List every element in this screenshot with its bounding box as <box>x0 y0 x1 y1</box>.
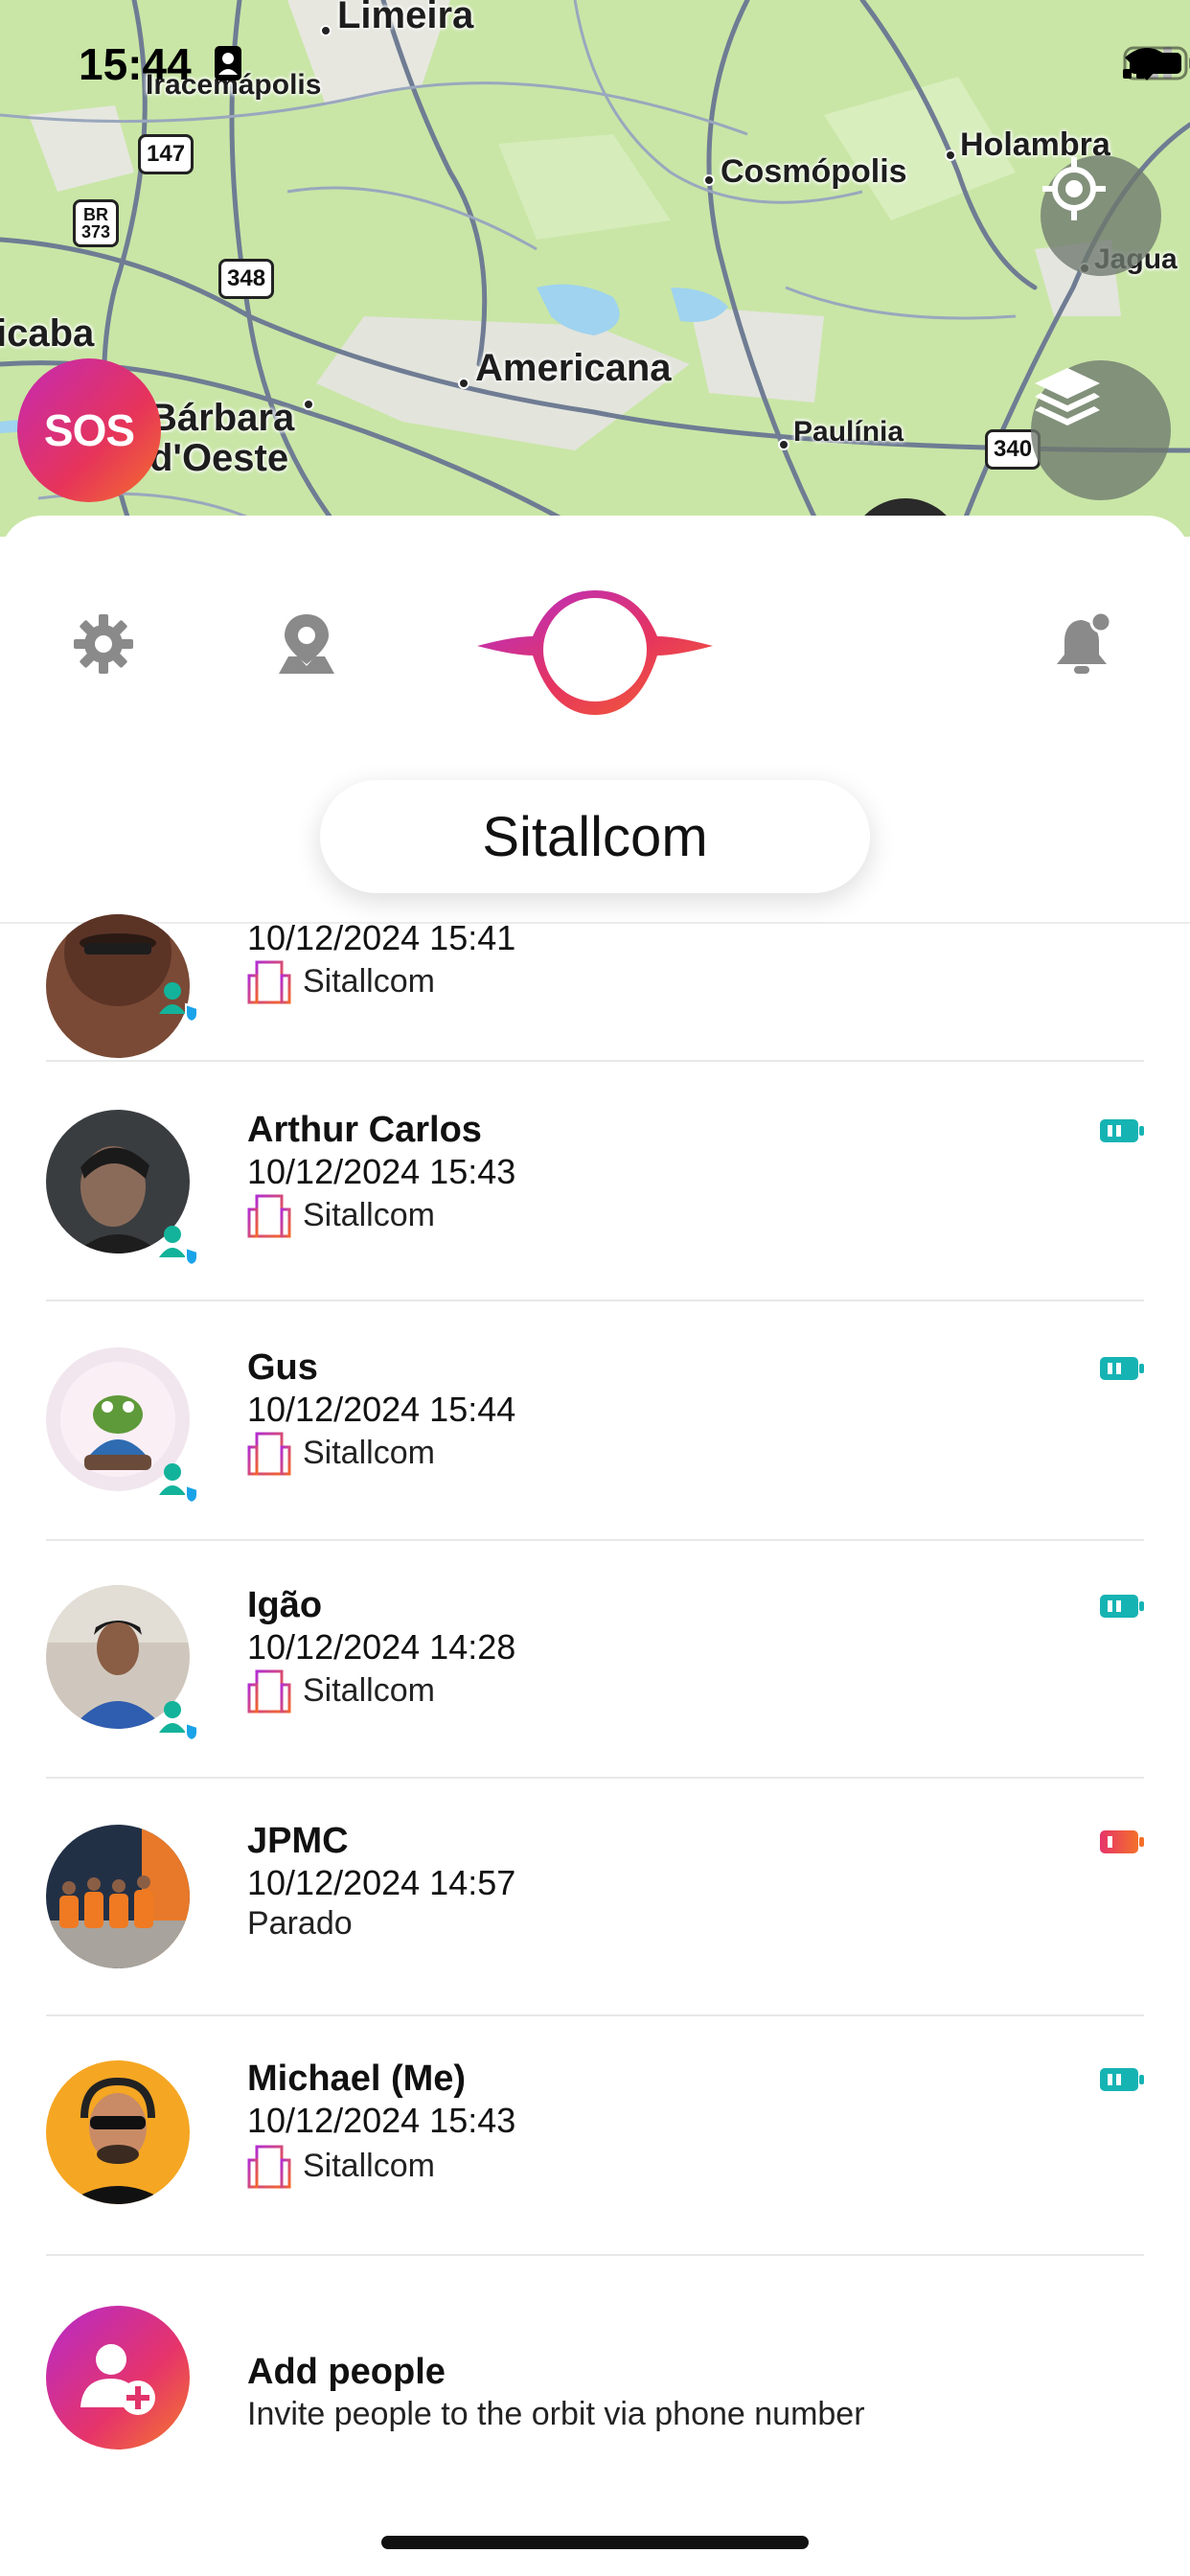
map-label-icaba: icaba <box>0 312 95 355</box>
member-place: Parado <box>247 1905 353 1943</box>
person-shield-icon <box>159 1701 198 1740</box>
home-indicator <box>381 2536 809 2549</box>
road-shield-348: 348 <box>218 259 275 299</box>
map-label-doeste: d'Oeste <box>149 437 289 479</box>
building-icon <box>247 960 291 1004</box>
member-name: Arthur Carlos <box>247 1110 482 1150</box>
map-layers-button[interactable] <box>1031 360 1171 500</box>
contact-card-icon <box>215 46 241 80</box>
member-place-label: Sitallcom <box>303 1196 435 1233</box>
sheet-header: Sitallcom <box>0 516 1190 924</box>
city-dot <box>458 378 469 389</box>
add-people-button[interactable] <box>46 2306 190 2450</box>
map-label-limeira: Limeira <box>337 0 474 36</box>
member-timestamp: 10/12/2024 15:43 <box>247 1152 516 1191</box>
member-row[interactable]: Michael (Me) 10/12/2024 15:43 Sitallcom <box>46 2016 1144 2256</box>
road-shield-br373: BR 373 <box>73 199 120 247</box>
avatar <box>46 1825 190 1968</box>
battery-status-icon <box>1100 2068 1144 2091</box>
orbit-logo <box>477 590 713 715</box>
member-place-label: Sitallcom <box>303 2147 435 2184</box>
member-timestamp: 10/12/2024 15:41 <box>247 918 516 957</box>
places-button[interactable] <box>268 606 345 682</box>
map-label-paulinia: Paulínia <box>793 416 904 448</box>
member-name: Michael (Me) <box>247 2058 467 2099</box>
circle-selector-button[interactable]: Sitallcom <box>320 780 870 893</box>
person-shield-icon <box>159 1463 198 1503</box>
building-icon <box>247 1432 291 1476</box>
add-person-icon <box>80 2344 155 2415</box>
building-icon <box>247 1669 291 1714</box>
member-row[interactable]: Gus 10/12/2024 15:44 Sitallcom <box>46 1301 1144 1541</box>
city-dot <box>303 399 314 410</box>
add-people-row[interactable]: Add people Invite people to the orbit vi… <box>46 2302 1144 2455</box>
battery-status-icon <box>1100 1357 1144 1380</box>
member-place-label: Sitallcom <box>303 1434 435 1471</box>
sos-button[interactable]: SOS <box>17 358 161 502</box>
member-place: Sitallcom <box>247 2143 435 2189</box>
locate-me-button[interactable] <box>1041 155 1161 276</box>
city-dot <box>320 25 332 36</box>
status-time: 15:44 <box>79 39 192 89</box>
person-shield-icon <box>159 1226 198 1265</box>
status-bar: 15:44 <box>0 36 1190 94</box>
city-dot <box>778 439 790 450</box>
notifications-button[interactable] <box>1046 606 1123 682</box>
battery-status-icon <box>1100 1830 1144 1853</box>
member-timestamp: 10/12/2024 15:44 <box>247 1390 516 1429</box>
city-dot <box>703 174 715 186</box>
member-row[interactable]: Arthur Carlos 10/12/2024 15:43 Sitallcom <box>46 1062 1144 1301</box>
map-view[interactable]: Limeira Iracemápolis Cosmópolis Holambra… <box>0 0 1190 537</box>
member-place: Sitallcom <box>247 1192 435 1238</box>
member-name: JPMC <box>247 1821 349 1861</box>
road-shield-147: 147 <box>138 134 195 174</box>
building-icon <box>247 2145 291 2189</box>
member-place: Sitallcom <box>247 958 435 1004</box>
member-name: Gus <box>247 1347 318 1388</box>
member-place: Sitallcom <box>247 1668 435 1714</box>
map-label-americana: Americana <box>475 347 672 389</box>
member-row[interactable]: JPMC 10/12/2024 14:57 Parado <box>46 1779 1144 2016</box>
member-row[interactable]: 10/12/2024 15:41 Sitallcom <box>46 914 1144 1062</box>
road-shield-br373-bottom: 373 <box>81 222 111 242</box>
member-name: Igão <box>247 1585 323 1625</box>
battery-icon <box>1123 46 1190 80</box>
member-timestamp: 10/12/2024 14:28 <box>247 1627 516 1667</box>
member-place-label: Sitallcom <box>303 962 435 1000</box>
member-row[interactable]: Igão 10/12/2024 14:28 Sitallcom <box>46 1541 1144 1779</box>
road-shield-br373-top: BR <box>83 205 109 224</box>
building-icon <box>247 1194 291 1238</box>
add-people-title: Add people <box>247 2352 446 2392</box>
add-people-subtitle: Invite people to the orbit via phone num… <box>247 2396 865 2432</box>
member-timestamp: 10/12/2024 15:43 <box>247 2101 516 2140</box>
layers-icon <box>1035 368 1100 426</box>
battery-status-icon <box>1100 1595 1144 1618</box>
member-place: Sitallcom <box>247 1430 435 1476</box>
member-place-label: Parado <box>247 1905 353 1942</box>
city-dot <box>945 150 956 161</box>
member-timestamp: 10/12/2024 14:57 <box>247 1863 516 1902</box>
avatar <box>46 2060 190 2204</box>
member-place-label: Sitallcom <box>303 1671 435 1709</box>
gear-icon <box>74 614 133 674</box>
location-pin-icon <box>279 614 334 674</box>
bell-icon <box>1057 610 1112 674</box>
battery-status-icon <box>1100 1119 1144 1142</box>
person-shield-icon <box>159 982 198 1022</box>
map-label-cosmopolis: Cosmópolis <box>721 153 907 190</box>
crosshair-icon <box>1042 157 1106 220</box>
map-label-barbara: Bárbara <box>149 397 295 439</box>
settings-button[interactable] <box>65 606 142 682</box>
